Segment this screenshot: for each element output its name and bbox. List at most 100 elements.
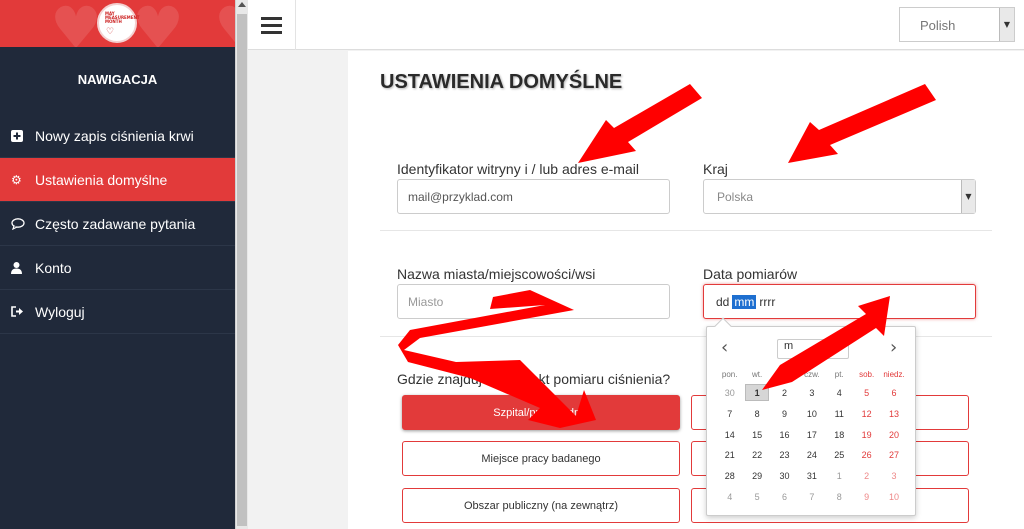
calendar-day[interactable]: 17 (798, 425, 825, 446)
calendar-day[interactable]: 7 (798, 487, 825, 508)
page-title: USTAWIENIA DOMYŚLNE (380, 71, 623, 93)
calendar-day[interactable]: 12 (853, 404, 880, 425)
location-question: Gdzie znajduje się punkt pomiaru ciśnien… (397, 371, 671, 387)
option-hospital-button[interactable]: Szpital/przychodnia (402, 395, 680, 430)
calendar-day[interactable]: 1 (826, 466, 853, 487)
sidebar-item-faq[interactable]: Często zadawane pytania (0, 202, 235, 246)
date-day-segment[interactable]: dd (716, 295, 729, 309)
heart-pattern-icon: ♥♥♥ (50, 0, 235, 47)
language-select[interactable]: Polish ▼ (899, 7, 1015, 42)
hamburger-menu-icon[interactable] (248, 0, 296, 50)
calendar-day[interactable]: 8 (826, 487, 853, 508)
weekday-header: śr. (780, 370, 789, 379)
sidebar-item-label: Wyloguj (35, 303, 85, 320)
date-month-segment[interactable]: mm (732, 294, 757, 309)
date-label: Data pomiarów (703, 266, 798, 282)
calendar-day[interactable]: 5 (743, 487, 770, 508)
chevron-down-icon[interactable]: ▼ (961, 180, 975, 213)
calendar-day[interactable]: 8 (743, 404, 770, 425)
weekday-header: pon. (721, 370, 738, 379)
calendar-day[interactable]: 4 (826, 383, 853, 404)
datepicker-month-select[interactable]: m (777, 339, 849, 359)
date-input[interactable]: dd mm rrrr (703, 284, 976, 319)
calendar-day[interactable]: 2 (853, 466, 880, 487)
sidebar: ♥♥♥ MAY MEASUREMENT MONTH ♡ NAWIGACJA No… (0, 0, 235, 529)
calendar-day[interactable]: 6 (771, 487, 798, 508)
calendar-day[interactable]: 9 (771, 404, 798, 425)
sidebar-header: ♥♥♥ MAY MEASUREMENT MONTH ♡ (0, 0, 235, 47)
calendar-day[interactable]: 20 (880, 425, 907, 446)
option-workplace-button[interactable]: Miejsce pracy badanego (402, 441, 680, 476)
calendar-day[interactable]: 2 (771, 383, 798, 404)
calendar-day[interactable]: 16 (771, 425, 798, 446)
sidebar-item-label: Ustawienia domyślne (35, 171, 168, 188)
calendar-day[interactable]: 19 (853, 425, 880, 446)
calendar-day[interactable]: 25 (826, 445, 853, 466)
sidebar-title: NAWIGACJA (77, 72, 158, 87)
heart-icon: ♡ (106, 27, 115, 37)
logo-text: MAY MEASUREMENT MONTH (105, 11, 140, 24)
calendar-day[interactable]: 23 (771, 445, 798, 466)
sidebar-item-logout[interactable]: Wyloguj (0, 290, 235, 334)
weekday-header: wt. (751, 370, 763, 379)
scroll-thumb[interactable] (237, 14, 247, 526)
sidebar-item-new-record[interactable]: Nowy zapis ciśnienia krwi (0, 114, 235, 158)
calendar-day[interactable]: 24 (798, 445, 825, 466)
date-year-segment[interactable]: rrrr (759, 295, 775, 309)
calendar-day[interactable]: 5 (853, 383, 880, 404)
plus-square-icon (11, 129, 31, 142)
sidebar-item-account[interactable]: Konto (0, 246, 235, 290)
calendar-day[interactable]: 31 (798, 466, 825, 487)
sidebar-scrollbar[interactable] (235, 0, 248, 529)
calendar-day[interactable]: 9 (853, 487, 880, 508)
scroll-up-icon[interactable] (238, 2, 246, 7)
chevron-left-icon[interactable]: ‹ (721, 337, 728, 358)
country-select[interactable]: Polska ▼ (703, 179, 976, 214)
option-public-area-button[interactable]: Obszar publiczny (na zewnątrz) (402, 488, 680, 523)
country-label: Kraj (703, 161, 728, 177)
site-id-input[interactable]: mail@przyklad.com (397, 179, 670, 214)
calendar-day[interactable]: 28 (716, 466, 743, 487)
weekday-header: sob. (859, 370, 875, 379)
language-value: Polish (920, 18, 956, 33)
sign-out-icon (11, 306, 31, 317)
calendar-day[interactable]: 30 (771, 466, 798, 487)
calendar-day[interactable]: 3 (798, 383, 825, 404)
top-bar: Polish ▼ (248, 0, 1024, 50)
user-icon (11, 261, 31, 274)
calendar-day[interactable]: 6 (880, 383, 907, 404)
calendar-day[interactable]: 7 (716, 404, 743, 425)
calendar-day[interactable]: 15 (743, 425, 770, 446)
settings-panel: USTAWIENIA DOMYŚLNE Identyfikator witryn… (348, 51, 1024, 529)
calendar-day[interactable]: 10 (880, 487, 907, 508)
divider (380, 230, 992, 231)
calendar-day[interactable]: 13 (880, 404, 907, 425)
calendar-day[interactable]: 26 (853, 445, 880, 466)
calendar-day[interactable]: 11 (826, 404, 853, 425)
calendar-day[interactable]: 27 (880, 445, 907, 466)
calendar-day-label: 1 (745, 384, 770, 401)
app-logo[interactable]: MAY MEASUREMENT MONTH ♡ (97, 3, 140, 43)
calendar-day[interactable]: 14 (716, 425, 743, 446)
calendar-day[interactable]: 10 (798, 404, 825, 425)
city-label: Nazwa miasta/miejscowości/wsi (397, 266, 596, 282)
chevron-right-icon[interactable]: › (890, 337, 897, 358)
datepicker-grid: pon. wt. śr. czw. pt. sob. niedz. 30 1 2 3 4 5 6 7 8 9 10… (716, 367, 908, 508)
sidebar-item-label: Nowy zapis ciśnienia krwi (35, 127, 194, 144)
calendar-day[interactable]: 21 (716, 445, 743, 466)
chevron-down-icon[interactable]: ▼ (999, 8, 1014, 41)
city-input[interactable]: Miasto (397, 284, 670, 319)
calendar-day[interactable]: 18 (826, 425, 853, 446)
datepicker-popup: ‹ m › pon. wt. śr. czw. pt. sob. niedz. 30 1 2 3 4 5… (706, 317, 916, 516)
calendar-day[interactable]: 30 (716, 383, 743, 404)
calendar-day[interactable]: 4 (716, 487, 743, 508)
gear-icon: ⚙ (11, 172, 22, 187)
calendar-day[interactable]: 29 (743, 466, 770, 487)
calendar-day[interactable]: 3 (880, 466, 907, 487)
calendar-day[interactable]: 22 (743, 445, 770, 466)
weekday-header: pt. (834, 370, 844, 379)
site-id-label: Identyfikator witryny i / lub adres e-ma… (397, 161, 639, 177)
calendar-day-selected[interactable]: 1 (743, 383, 770, 404)
sidebar-item-default-settings[interactable]: ⚙ Ustawienia domyślne (0, 158, 235, 202)
country-value: Polska (717, 189, 754, 204)
